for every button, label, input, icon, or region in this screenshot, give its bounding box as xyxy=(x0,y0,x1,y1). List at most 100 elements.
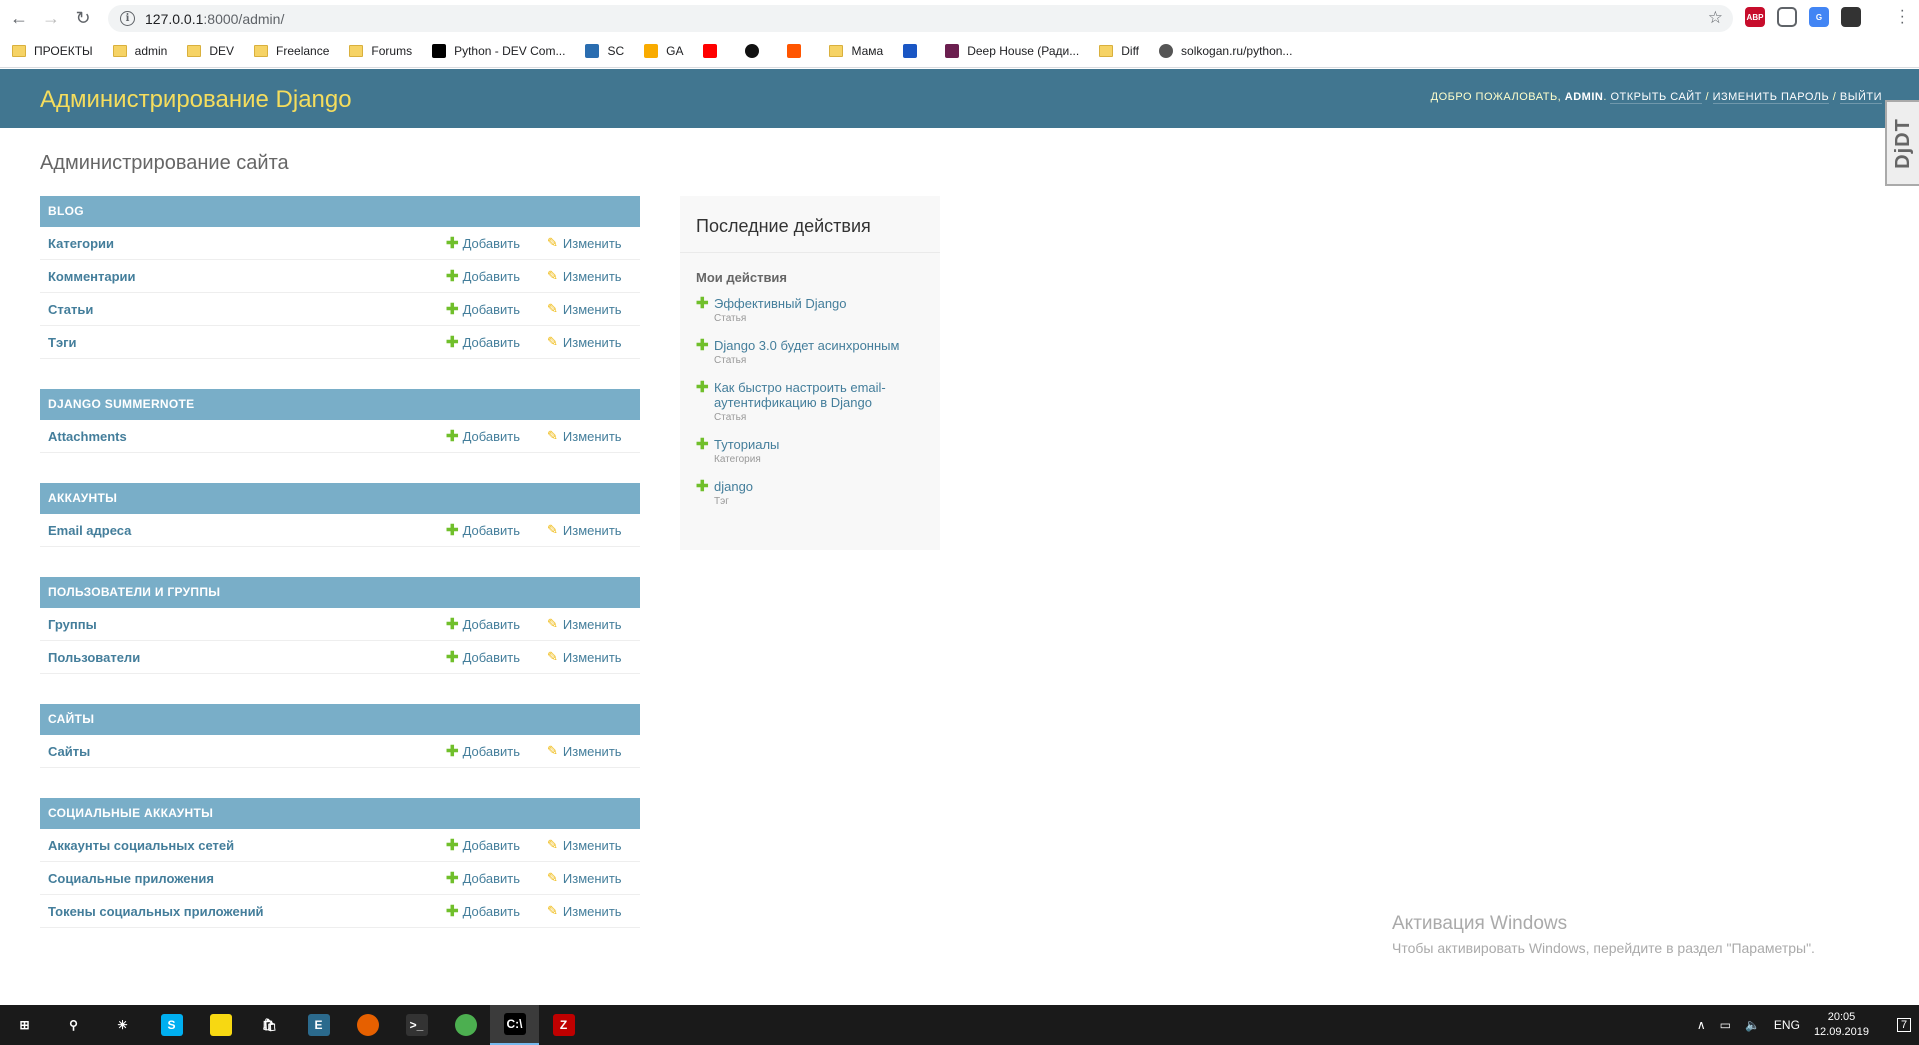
sun-icon[interactable]: ☀ xyxy=(98,1005,147,1045)
editor-icon[interactable]: E xyxy=(294,1005,343,1045)
model-link[interactable]: Тэги xyxy=(48,335,77,350)
sticky-notes-icon[interactable] xyxy=(196,1005,245,1045)
folder-icon xyxy=(112,45,127,57)
logout-link[interactable]: Выйти xyxy=(1839,91,1882,104)
browser-menu-icon[interactable]: · · · xyxy=(1900,3,1905,31)
site-branding[interactable]: Администрирование Django xyxy=(40,86,352,114)
bookmark-item[interactable] xyxy=(787,44,809,58)
bookmark-item[interactable]: Мама xyxy=(829,44,883,58)
debug-toolbar-handle[interactable]: DjDT xyxy=(1885,100,1919,186)
change-link[interactable]: ✎ Изменить xyxy=(547,235,622,251)
store-icon[interactable]: 🛍 xyxy=(245,1005,294,1045)
skype-icon[interactable]: S xyxy=(147,1005,196,1045)
bookmark-item[interactable]: Forums xyxy=(349,44,412,58)
model-link[interactable]: Аккаунты социальных сетей xyxy=(48,838,234,853)
add-link[interactable]: ✚ Добавить xyxy=(446,234,520,252)
back-icon[interactable]: ← xyxy=(6,5,32,31)
change-link[interactable]: ✎ Изменить xyxy=(547,522,622,538)
change-link[interactable]: ✎ Изменить xyxy=(547,903,622,919)
bookmark-star-icon[interactable]: ☆ xyxy=(1708,8,1723,28)
add-link[interactable]: ✚ Добавить xyxy=(446,869,520,887)
site-info-icon[interactable]: i xyxy=(120,11,135,26)
model-link[interactable]: Сайты xyxy=(48,744,90,759)
network-icon[interactable]: ▭ xyxy=(1720,1018,1731,1032)
action-link[interactable]: django xyxy=(714,479,926,494)
address-bar[interactable]: i 127.0.0.1:8000/admin/ ☆ xyxy=(108,5,1733,32)
model-link[interactable]: Пользователи xyxy=(48,650,140,665)
change-link[interactable]: ✎ Изменить xyxy=(547,334,622,350)
change-link[interactable]: ✎ Изменить xyxy=(547,428,622,444)
bookmark-item[interactable]: DEV xyxy=(187,44,234,58)
module-caption[interactable]: Пользователи и группы xyxy=(40,577,640,608)
model-link[interactable]: Статьи xyxy=(48,302,93,317)
chrome-icon[interactable] xyxy=(441,1005,490,1045)
model-link[interactable]: Социальные приложения xyxy=(48,871,214,886)
bookmark-item[interactable]: GA xyxy=(644,44,683,58)
add-link[interactable]: ✚ Добавить xyxy=(446,615,520,633)
change-password-link[interactable]: Изменить пароль xyxy=(1712,91,1830,104)
folder-icon xyxy=(12,45,26,57)
cmd-icon[interactable]: C:\ xyxy=(490,1005,539,1045)
change-link[interactable]: ✎ Изменить xyxy=(547,616,622,632)
bookmark-item[interactable]: Python - DEV Com... xyxy=(432,44,565,58)
module-caption[interactable]: Blog xyxy=(40,196,640,227)
add-link[interactable]: ✚ Добавить xyxy=(446,427,520,445)
add-link[interactable]: ✚ Добавить xyxy=(446,333,520,351)
add-link[interactable]: ✚ Добавить xyxy=(446,648,520,666)
extension-icon[interactable] xyxy=(1841,7,1861,27)
add-link[interactable]: ✚ Добавить xyxy=(446,836,520,854)
extension-icon[interactable]: ABP xyxy=(1745,7,1765,27)
bookmark-item[interactable]: admin xyxy=(112,44,167,58)
model-link[interactable]: Комментарии xyxy=(48,269,136,284)
add-link[interactable]: ✚ Добавить xyxy=(446,902,520,920)
change-link[interactable]: ✎ Изменить xyxy=(547,837,622,853)
reload-icon[interactable]: ↻ xyxy=(70,5,96,31)
model-link[interactable]: Токены социальных приложений xyxy=(48,904,264,919)
language-indicator[interactable]: ENG xyxy=(1774,1018,1800,1032)
change-link[interactable]: ✎ Изменить xyxy=(547,301,622,317)
change-link[interactable]: ✎ Изменить xyxy=(547,870,622,886)
change-link[interactable]: ✎ Изменить xyxy=(547,743,622,759)
add-link[interactable]: ✚ Добавить xyxy=(446,267,520,285)
model-link[interactable]: Email адреса xyxy=(48,523,131,538)
model-link[interactable]: Группы xyxy=(48,617,97,632)
add-link[interactable]: ✚ Добавить xyxy=(446,300,520,318)
change-link[interactable]: ✎ Изменить xyxy=(547,268,622,284)
volume-icon[interactable]: 🔈 xyxy=(1745,1018,1760,1032)
model-link[interactable]: Категории xyxy=(48,236,114,251)
action-link[interactable]: Как быстро настроить email-аутентификаци… xyxy=(714,380,926,410)
view-site-link[interactable]: Открыть сайт xyxy=(1610,91,1702,104)
module-caption[interactable]: Социальные аккаунты xyxy=(40,798,640,829)
bookmark-item[interactable] xyxy=(745,44,767,58)
bookmark-item[interactable]: solkogan.ru/python... xyxy=(1159,44,1292,58)
filezilla-icon[interactable]: Z xyxy=(539,1005,588,1045)
bookmark-item[interactable]: SC xyxy=(585,44,624,58)
model-row: Категории ✚ Добавить ✎ Изменить xyxy=(40,227,640,260)
search-icon[interactable]: ⚲ xyxy=(49,1005,98,1045)
model-link[interactable]: Attachments xyxy=(48,429,127,444)
action-link[interactable]: Туториалы xyxy=(714,437,926,452)
module-caption[interactable]: Django Summernote xyxy=(40,389,640,420)
add-link[interactable]: ✚ Добавить xyxy=(446,521,520,539)
terminal-icon[interactable]: >_ xyxy=(392,1005,441,1045)
change-link[interactable]: ✎ Изменить xyxy=(547,649,622,665)
module-caption[interactable]: Сайты xyxy=(40,704,640,735)
extension-icon[interactable] xyxy=(1777,7,1797,27)
add-link[interactable]: ✚ Добавить xyxy=(446,742,520,760)
bookmark-item[interactable]: Deep House (Ради... xyxy=(945,44,1079,58)
module-caption[interactable]: Аккаунты xyxy=(40,483,640,514)
extension-icon[interactable]: G xyxy=(1809,7,1829,27)
action-link[interactable]: Эффективный Django xyxy=(714,296,926,311)
bookmark-item[interactable] xyxy=(903,44,925,58)
bookmark-item[interactable]: Freelance xyxy=(254,44,329,58)
firefox-icon[interactable] xyxy=(343,1005,392,1045)
clock[interactable]: 20:05 12.09.2019 xyxy=(1814,1010,1869,1040)
bookmark-item[interactable] xyxy=(703,44,725,58)
action-link[interactable]: Django 3.0 будет асинхронным xyxy=(714,338,926,353)
bookmark-item[interactable]: ПРОЕКТЫ xyxy=(12,44,93,58)
forward-icon[interactable]: → xyxy=(38,5,64,31)
tray-chevron-icon[interactable]: ∧ xyxy=(1697,1018,1706,1032)
start-icon[interactable]: ⊞ xyxy=(0,1005,49,1045)
notifications-icon[interactable]: 7 xyxy=(1889,1005,1919,1045)
bookmark-item[interactable]: Diff xyxy=(1099,44,1139,58)
